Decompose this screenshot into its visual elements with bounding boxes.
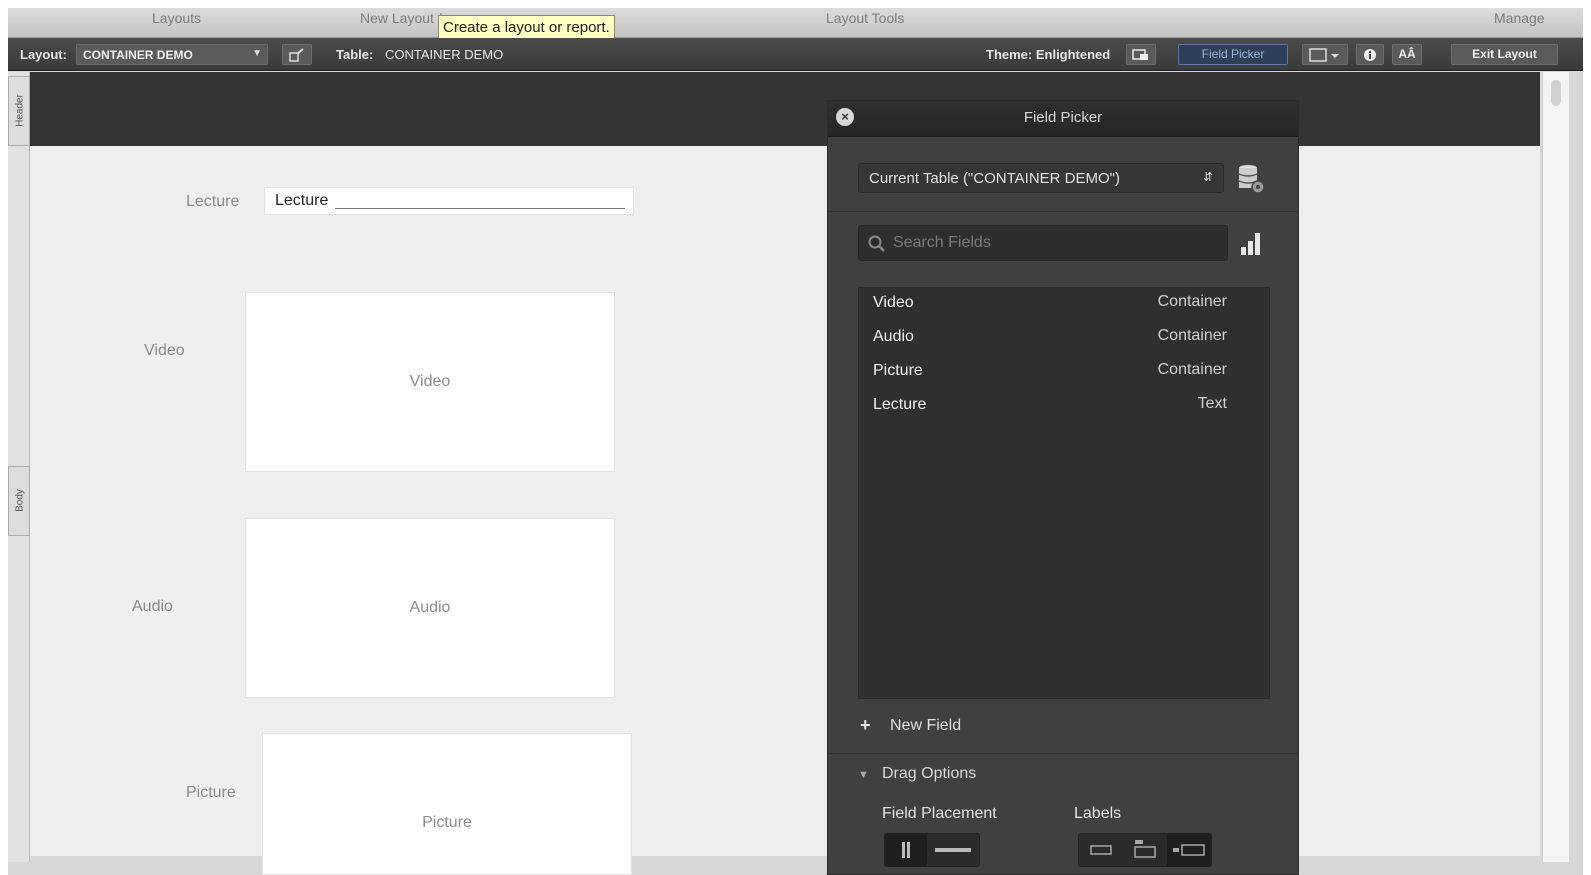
field-type: Container	[1157, 327, 1227, 344]
field-name: Lecture	[873, 396, 927, 413]
layouts-menu[interactable]: Layouts	[152, 8, 201, 38]
list-item[interactable]: Lecture Text	[859, 390, 1269, 420]
video-field-text: Video	[409, 373, 451, 390]
audio-container-field[interactable]: Audio	[245, 518, 615, 698]
list-item[interactable]: Picture Container	[859, 356, 1269, 386]
inspector-button[interactable]	[1356, 44, 1384, 65]
label-above-icon	[1134, 840, 1156, 858]
sort-icon[interactable]	[1236, 229, 1266, 259]
info-icon	[1364, 49, 1376, 61]
table-select[interactable]: Current Table ("CONTAINER DEMO") ⇵	[858, 163, 1224, 193]
picture-container-field[interactable]: Picture	[262, 733, 632, 875]
label-top-button[interactable]	[1123, 834, 1167, 866]
vertical-layout-icon	[902, 842, 910, 858]
audio-label[interactable]: Audio	[132, 598, 173, 616]
field-type: Container	[1157, 361, 1227, 378]
label-left-button[interactable]	[1167, 834, 1211, 866]
vertical-placement-button[interactable]	[885, 834, 927, 866]
drag-options-label: Drag Options	[882, 765, 977, 782]
field-placement-segmented-control	[884, 833, 980, 867]
vertical-scrollbar[interactable]	[1542, 72, 1569, 862]
lecture-field-text: Lecture	[275, 192, 329, 209]
layout-tools-button[interactable]: Layout Tools	[826, 8, 904, 38]
list-item[interactable]: Audio Container	[859, 322, 1269, 352]
audio-field-text: Audio	[409, 599, 451, 616]
edit-layout-icon	[289, 48, 304, 62]
theme-label: Theme: Enlightened	[986, 47, 1111, 62]
label-position-segmented-control	[1078, 833, 1212, 867]
field-picker-panel: × Field Picker Current Table ("CONTAINER…	[827, 100, 1299, 875]
plus-icon: +	[860, 715, 871, 735]
search-icon	[868, 235, 885, 252]
theme-icon	[1132, 49, 1148, 60]
body-part[interactable]	[30, 146, 1540, 856]
picture-label[interactable]: Picture	[186, 784, 236, 802]
field-picker-toggle-label: Field Picker	[1201, 47, 1265, 61]
body-part-label[interactable]: Body	[8, 466, 30, 536]
field-type: Container	[1157, 293, 1227, 310]
lecture-field[interactable]: Lecture	[264, 187, 634, 215]
layout-select[interactable]: CONTAINER DEMO ▼	[76, 44, 268, 65]
disclosure-triangle-icon: ▼	[858, 769, 869, 781]
table-value: CONTAINER DEMO	[385, 47, 504, 62]
updown-arrows-icon: ⇵	[1202, 170, 1213, 184]
list-item[interactable]: Video Container	[859, 288, 1269, 318]
view-options-button[interactable]	[1302, 44, 1348, 65]
field-name: Audio	[873, 328, 914, 345]
body-part-label-text: Body	[14, 489, 26, 512]
horizontal-layout-icon	[935, 848, 971, 852]
manage-layouts-button[interactable]	[282, 44, 312, 65]
field-picker-titlebar[interactable]: × Field Picker	[828, 101, 1298, 137]
format-painter-button[interactable]: AÂ	[1392, 44, 1422, 65]
video-label[interactable]: Video	[144, 342, 185, 360]
grid-view-icon	[1309, 48, 1339, 62]
scrollbar-thumb[interactable]	[1551, 80, 1561, 106]
picture-field-text: Picture	[422, 814, 472, 831]
field-underline	[335, 208, 625, 209]
table-select-value: Current Table ("CONTAINER DEMO")	[869, 170, 1120, 187]
field-type: Text	[1197, 395, 1227, 412]
horizontal-placement-button[interactable]	[929, 834, 979, 866]
table-label: Table:	[336, 47, 374, 62]
header-part-label-text: Header	[14, 94, 26, 127]
labels-label: Labels	[1074, 805, 1122, 822]
label-none-button[interactable]	[1079, 834, 1123, 866]
header-part[interactable]	[30, 72, 1540, 146]
exit-layout-button[interactable]: Exit Layout	[1451, 44, 1558, 65]
layout-label: Layout:	[20, 47, 67, 62]
search-fields-box[interactable]	[858, 225, 1228, 261]
field-list: Video Container Audio Container Picture …	[858, 287, 1270, 699]
divider	[828, 753, 1298, 754]
aa-label: AÂ	[1398, 47, 1416, 61]
part-label-column: Header Body	[8, 72, 30, 862]
field-name: Video	[873, 294, 914, 311]
layout-toolbar: Layout: CONTAINER DEMO ▼ Table: CONTAINE…	[8, 38, 1583, 71]
layout-select-value: CONTAINER DEMO	[83, 48, 193, 62]
field-picker-title: Field Picker	[1023, 109, 1103, 126]
search-fields-input[interactable]	[893, 232, 1213, 254]
new-layout-report-button[interactable]: New Layout / Report	[360, 8, 444, 38]
header-part-label[interactable]: Header	[8, 76, 30, 146]
video-container-field[interactable]: Video	[245, 292, 615, 472]
manage-database-icon[interactable]	[1236, 163, 1266, 195]
field-picker-toggle[interactable]: Field Picker	[1178, 44, 1288, 65]
exit-layout-label: Exit Layout	[1472, 47, 1537, 61]
layout-mode-menubar: Layouts New Layout / Report Layout Tools…	[8, 8, 1583, 38]
divider	[828, 211, 1298, 212]
field-only-icon	[1090, 845, 1112, 855]
label-left-icon	[1173, 844, 1205, 856]
lecture-label[interactable]: Lecture	[186, 193, 239, 211]
chevron-down-icon: ▼	[252, 48, 262, 59]
new-field-label: New Field	[890, 717, 962, 734]
field-name: Picture	[873, 362, 923, 379]
field-placement-label: Field Placement	[882, 805, 997, 822]
manage-menu[interactable]: Manage	[1494, 8, 1545, 38]
theme-button[interactable]	[1126, 44, 1156, 65]
